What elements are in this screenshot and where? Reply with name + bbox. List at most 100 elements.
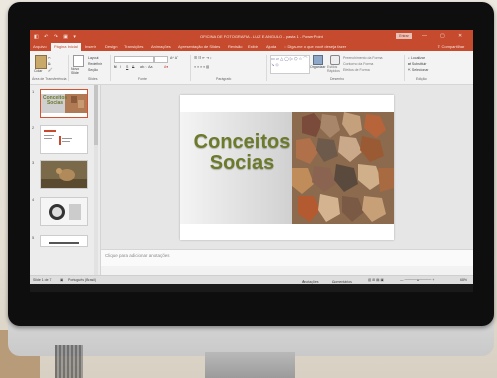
tab-home[interactable]: Página Inicial	[51, 43, 81, 51]
quick-styles-button[interactable]: Estilos Rápidos	[327, 65, 341, 73]
replace-label: Substituir	[411, 62, 427, 66]
zoom-slider[interactable]: — ─────●───── +	[400, 278, 434, 282]
restore-icon[interactable]: ▢	[440, 33, 445, 39]
tab-file[interactable]: Arquivo	[33, 44, 47, 49]
italic-button[interactable]: I	[120, 65, 121, 69]
language-indicator[interactable]: Português (Brasil)	[68, 278, 96, 282]
slide-thumbnail-2[interactable]	[40, 125, 88, 154]
slide-thumbnail-art	[44, 130, 72, 145]
notes-pane[interactable]: Clique para adicionar anotações	[101, 249, 473, 266]
group-divider	[110, 55, 111, 81]
view-buttons[interactable]: ▥ ⊞ ▤ ▣	[368, 278, 384, 282]
scroll-thumb[interactable]	[94, 85, 98, 145]
slide-thumbnail-art	[49, 242, 79, 244]
slides-group-label: Slides	[88, 77, 98, 81]
quick-styles-icon[interactable]	[330, 55, 340, 65]
format-painter-icon[interactable]: 🖌	[48, 68, 52, 72]
arrange-button[interactable]: Organizar	[310, 65, 325, 69]
powerpoint-window: ◧ ↶ ↷ ▣ ▾ OFICINA DE FOTOGRAFIA - LUZ E …	[30, 30, 473, 292]
thumbnail-title: Conceitos Socias	[43, 95, 68, 106]
slide-counter: Slide 1 de 7	[33, 278, 52, 282]
slide-thumbnail-4[interactable]	[40, 197, 88, 226]
slide-number: 2	[32, 125, 35, 130]
spellcheck-icon[interactable]: ▣	[60, 278, 63, 282]
slide-thumbnail-art	[41, 198, 87, 225]
new-slide-button[interactable]: Novo Slide	[71, 67, 85, 75]
shape-outline-button[interactable]: Contorno da Forma	[343, 62, 373, 66]
bold-button[interactable]: N	[114, 65, 117, 69]
font-family-select[interactable]	[114, 56, 154, 63]
slide-number: 4	[32, 197, 35, 202]
slide-thumbnail-3[interactable]	[40, 160, 88, 189]
notes-placeholder: Clique para adicionar anotações	[105, 253, 170, 258]
tab-insert[interactable]: Inserir	[85, 44, 96, 49]
tab-animations[interactable]: Animações	[151, 44, 171, 49]
clipboard-group-label: Área de Transferência	[32, 77, 67, 81]
font-color-icon[interactable]: A▾	[164, 65, 168, 69]
drawing-group-label: Desenho	[330, 77, 345, 81]
tab-design[interactable]: Design	[105, 44, 117, 49]
title-bar: ◧ ↶ ↷ ▣ ▾ OFICINA DE FOTOGRAFIA - LUZ E …	[30, 30, 473, 42]
section-button[interactable]: Seção	[88, 68, 98, 72]
slide-number: 5	[32, 235, 35, 240]
slide-number: 1	[32, 89, 35, 94]
zoom-level[interactable]: 68%	[460, 278, 467, 282]
window-title: OFICINA DE FOTOGRAFIA - LUZ E ANGULO - p…	[200, 34, 323, 39]
grow-font-icon[interactable]: A^ Aˇ	[170, 56, 178, 60]
underline-button[interactable]: S	[126, 65, 128, 69]
tab-help[interactable]: Ajuda	[266, 44, 276, 49]
replace-button[interactable]: ⇄ Substituir	[408, 62, 427, 66]
paste-label[interactable]: Colar	[34, 69, 42, 73]
slide-editor: Conceitos Socias	[101, 85, 473, 249]
tell-me-search[interactable]: ◌ Diga-me o que você deseja fazer	[284, 44, 346, 49]
slide-title[interactable]: Conceitos Socias	[186, 132, 298, 174]
find-label: Localizar	[410, 56, 425, 60]
leaves-image	[292, 112, 394, 224]
slide-thumbnail-1[interactable]: Conceitos Socias	[40, 89, 88, 118]
font-group-label: Fonte	[138, 77, 147, 81]
find-button[interactable]: ⌕ Localizar	[408, 56, 425, 60]
arrange-icon[interactable]	[313, 55, 323, 65]
layout-button[interactable]: Layout	[88, 56, 99, 60]
new-slide-icon[interactable]	[73, 55, 84, 67]
select-button[interactable]: ⇱ Selecionar	[408, 68, 428, 72]
tab-review[interactable]: Revisão	[228, 44, 242, 49]
ribbon-tabs: Arquivo Página Inicial Inserir Design Tr…	[30, 42, 473, 51]
monitor-stand	[205, 352, 295, 378]
paste-icon[interactable]	[35, 55, 47, 69]
copy-icon[interactable]: ⧉	[48, 62, 51, 66]
shape-effects-button[interactable]: Efeitos de Forma	[343, 68, 370, 72]
group-divider	[404, 55, 405, 81]
cables	[55, 345, 83, 378]
slide-thumbnail-art	[41, 161, 87, 188]
slide-thumbnail-5[interactable]	[40, 235, 88, 247]
tab-transitions[interactable]: Transições	[124, 44, 143, 49]
thumbnail-scrollbar[interactable]	[94, 85, 98, 275]
share-label: Compartilhar	[441, 44, 465, 49]
align-icon[interactable]: ≡ ≡ ≡ ≡ ▥	[194, 65, 209, 69]
select-label: Selecionar	[411, 68, 429, 72]
slide-number: 3	[32, 160, 35, 165]
slide-thumbnails-pane: 1 Conceitos Socias 2 3 4 5	[30, 85, 101, 275]
share-button[interactable]: ⇪ Compartilhar	[437, 44, 464, 49]
quick-access-toolbar[interactable]: ◧ ↶ ↷ ▣ ▾	[34, 34, 78, 40]
ribbon: Colar ✂ ⧉ 🖌 Área de Transferência Novo S…	[30, 51, 473, 85]
signin-button[interactable]: Entrar	[396, 33, 412, 39]
minimize-icon[interactable]: —	[422, 33, 427, 39]
current-slide[interactable]: Conceitos Socias	[180, 95, 394, 240]
close-icon[interactable]: ✕	[458, 33, 462, 39]
shapes-gallery[interactable]: ▭ ▱ △ ◯ ▷ ⬠ ☆ ⌒ ↘ ◇	[270, 55, 310, 74]
character-spacing-icon[interactable]: ab⇔ Aa	[140, 65, 152, 69]
cut-icon[interactable]: ✂	[48, 56, 51, 60]
shape-fill-button[interactable]: Preenchimento da Forma	[343, 56, 383, 60]
paragraph-group-label: Parágrafo	[216, 77, 232, 81]
status-bar: Slide 1 de 7 ▣ Português (Brasil) ≙ Anot…	[30, 275, 473, 284]
reset-button[interactable]: Redefinir	[88, 62, 102, 66]
font-size-select[interactable]	[154, 56, 168, 63]
strikethrough-button[interactable]: S	[132, 65, 134, 69]
group-divider	[190, 55, 191, 81]
group-divider	[68, 55, 69, 81]
bullets-icon[interactable]: ☰ ☷ ⇤ ⇥ ↕	[194, 56, 212, 60]
tab-slideshow[interactable]: Apresentação de Slides	[178, 44, 220, 49]
tab-view[interactable]: Exibir	[248, 44, 258, 49]
